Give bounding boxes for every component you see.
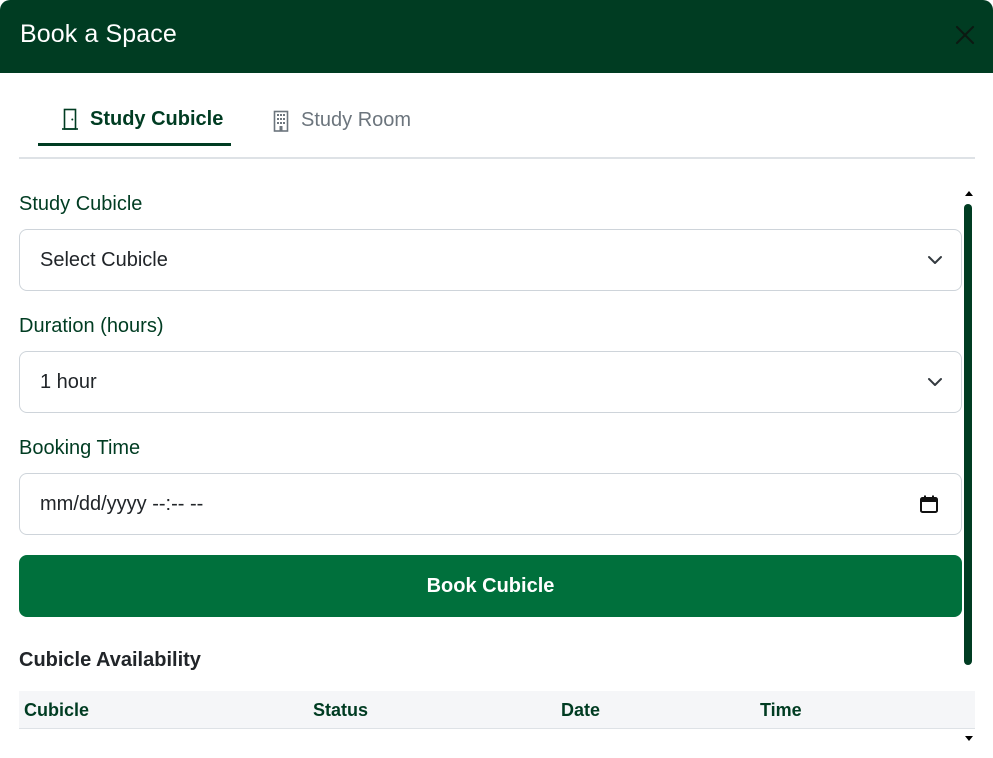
- tab-study-room[interactable]: Study Room: [270, 95, 430, 146]
- duration-select[interactable]: 1 hour: [19, 351, 962, 413]
- column-header-status: Status: [313, 700, 369, 720]
- booking-time-label: Booking Time: [19, 437, 141, 459]
- close-icon: [955, 25, 975, 45]
- modal-header: Book a Space: [0, 0, 993, 73]
- booking-time-value: mm/dd/yyyy --:-- --: [40, 492, 204, 515]
- availability-table-header: Cubicle Status Date Time: [19, 691, 975, 729]
- cubicle-select-value: Select Cubicle: [40, 248, 168, 271]
- scroll-up-arrow-icon[interactable]: [965, 191, 973, 196]
- chevron-down-icon: [928, 378, 942, 386]
- scroll-down-arrow-icon[interactable]: [965, 736, 973, 741]
- duration-select-value: 1 hour: [40, 370, 97, 393]
- duration-label: Duration (hours): [19, 315, 164, 337]
- calendar-icon[interactable]: [919, 494, 939, 514]
- tab-label: Study Room: [301, 109, 412, 131]
- building-icon: [270, 110, 292, 132]
- column-header-date: Date: [561, 700, 601, 720]
- chevron-down-icon: [928, 256, 942, 264]
- tab-label: Study Cubicle: [90, 107, 224, 130]
- vertical-scrollbar[interactable]: [961, 191, 975, 741]
- scrollbar-thumb[interactable]: [964, 204, 972, 665]
- modal-title: Book a Space: [20, 20, 177, 48]
- door-icon: [59, 108, 81, 130]
- close-button[interactable]: [950, 20, 980, 50]
- book-space-modal: Book a Space Study Cubicle Study Room St…: [0, 0, 993, 758]
- column-header-time: Time: [760, 700, 802, 720]
- availability-title: Cubicle Availability: [19, 649, 201, 671]
- tab-study-cubicle[interactable]: Study Cubicle: [38, 95, 231, 146]
- column-header-cubicle: Cubicle: [24, 700, 90, 720]
- booking-form: Study Cubicle Select Cubicle Duration (h…: [0, 160, 993, 758]
- cubicle-select[interactable]: Select Cubicle: [19, 229, 962, 291]
- cubicle-label: Study Cubicle: [19, 193, 143, 215]
- space-type-tabs: Study Cubicle Study Room: [19, 95, 975, 159]
- book-cubicle-button[interactable]: Book Cubicle: [19, 555, 962, 617]
- booking-time-input[interactable]: mm/dd/yyyy --:-- --: [19, 473, 962, 535]
